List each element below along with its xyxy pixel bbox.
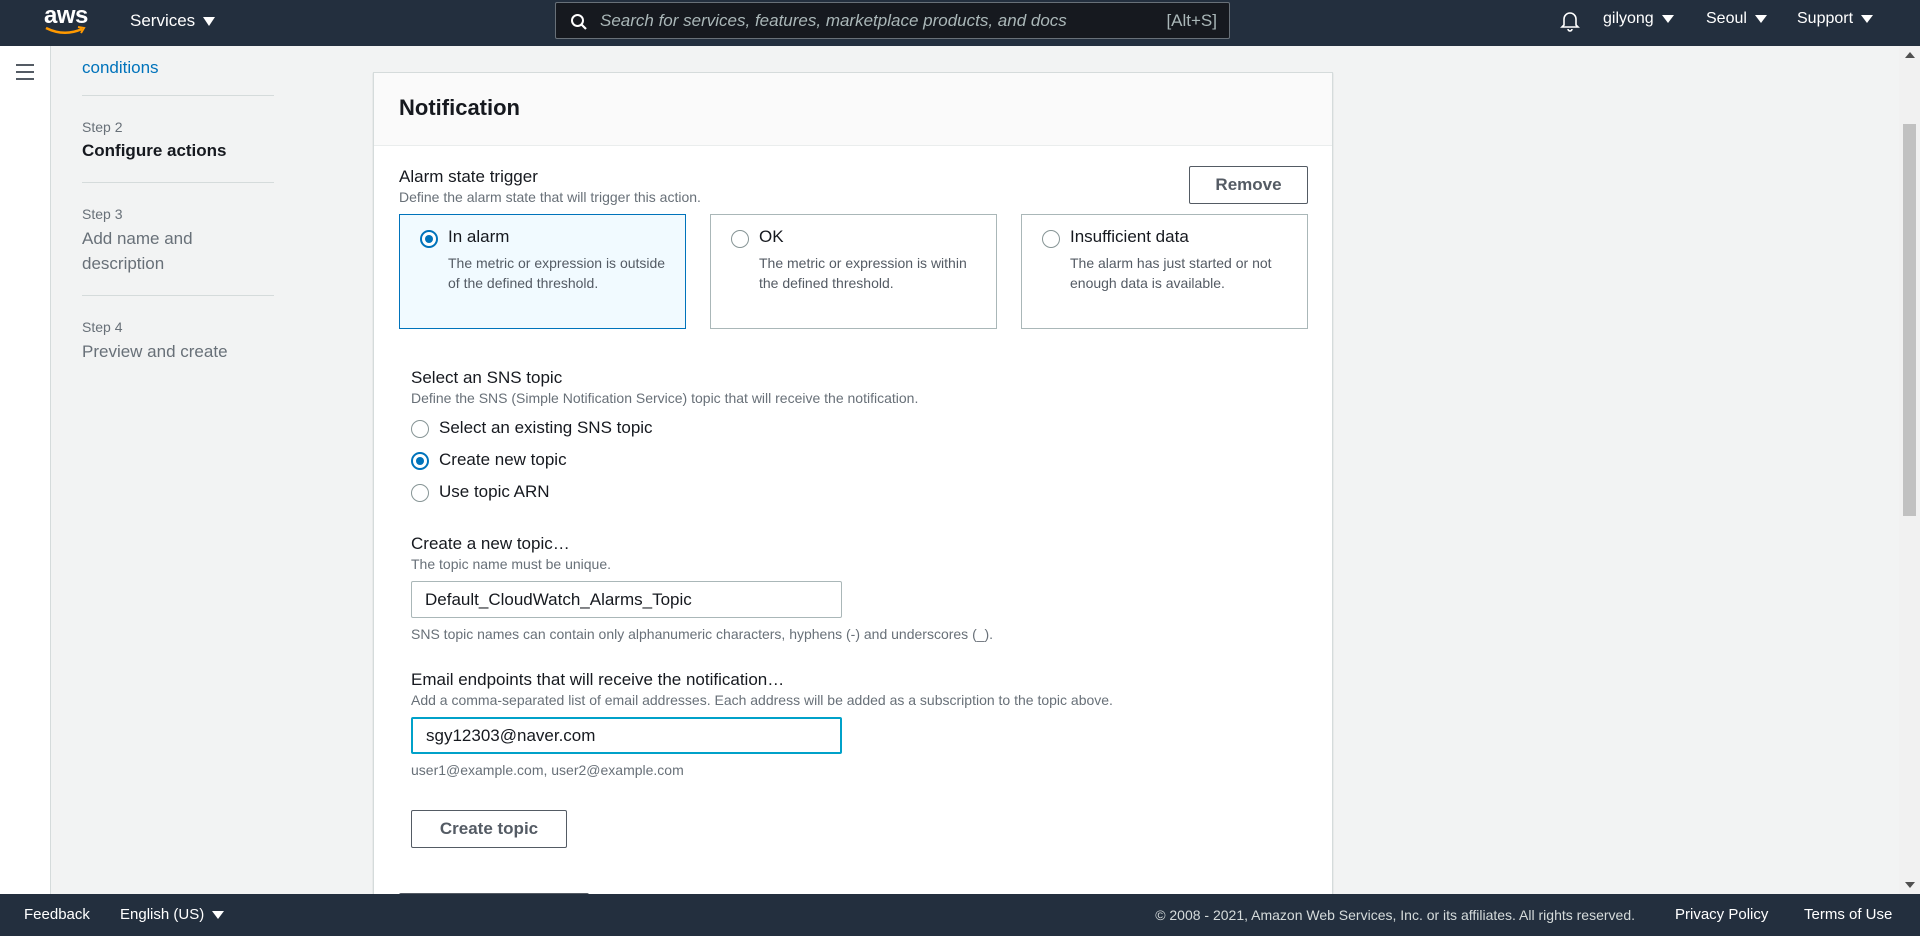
- scroll-thumb[interactable]: [1903, 124, 1916, 516]
- step3-title-line1: Add name and: [82, 229, 193, 248]
- step4-number: Step 4: [82, 319, 123, 335]
- caret-down-icon: [1754, 15, 1767, 23]
- step2-number: Step 2: [82, 119, 123, 135]
- footer: Feedback English (US) © 2008 - 2021, Ama…: [0, 894, 1920, 936]
- email-header: Email endpoints that will receive the no…: [411, 669, 1113, 709]
- side-rail: [0, 46, 51, 894]
- sns-option-label: Use topic ARN: [439, 482, 550, 501]
- trigger-option-description: The alarm has just started or not enough…: [1070, 255, 1272, 291]
- language-label: English (US): [120, 906, 205, 923]
- step3-title-line2: description: [82, 254, 165, 273]
- region-name: Seoul: [1706, 10, 1747, 27]
- radio-unselected[interactable]: [411, 484, 429, 502]
- caret-down-icon: [1661, 15, 1674, 23]
- user-name: gilyong: [1603, 10, 1654, 27]
- radio-unselected[interactable]: [1042, 230, 1060, 248]
- aws-logo[interactable]: aws: [44, 4, 90, 40]
- step3-number: Step 3: [82, 206, 123, 222]
- panel-title: Notification: [399, 95, 520, 120]
- topic-name-input[interactable]: [411, 581, 842, 618]
- topic-name-constraint: SNS topic names can contain only alphanu…: [411, 626, 994, 642]
- services-menu[interactable]: Services: [130, 11, 216, 31]
- email-label: Email endpoints that will receive the no…: [411, 670, 785, 689]
- new-topic-header: Create a new topic… The topic name must …: [411, 533, 611, 573]
- sns-topic-header: Select an SNS topic Define the SNS (Simp…: [411, 367, 918, 407]
- page-scrollbar[interactable]: [1899, 46, 1920, 894]
- scroll-up-icon[interactable]: [1905, 52, 1915, 58]
- aws-logo-text: aws: [44, 2, 88, 29]
- caret-down-icon: [212, 910, 225, 919]
- alarm-trigger-description: Define the alarm state that will trigger…: [399, 189, 701, 205]
- sns-option-label: Create new topic: [439, 450, 567, 469]
- region-menu[interactable]: Seoul: [1706, 10, 1767, 28]
- create-topic-button[interactable]: Create topic: [411, 810, 567, 848]
- support-menu[interactable]: Support: [1797, 10, 1874, 28]
- radio-selected[interactable]: [411, 452, 429, 470]
- top-navigation: aws Services [Alt+S] gilyong Seoul Suppo…: [0, 0, 1920, 46]
- new-topic-description: The topic name must be unique.: [411, 556, 612, 572]
- search-shortcut: [Alt+S]: [1166, 11, 1217, 30]
- step3[interactable]: Step 3 Add name and description: [82, 183, 274, 295]
- search-bar[interactable]: [Alt+S]: [555, 2, 1230, 39]
- remove-button[interactable]: Remove: [1189, 166, 1308, 204]
- wizard-steps: conditions Step 2 Configure actions Step…: [82, 46, 274, 364]
- sns-topic-label: Select an SNS topic: [411, 368, 563, 387]
- caret-down-icon: [1861, 15, 1874, 23]
- trigger-option-title: In alarm: [448, 227, 510, 246]
- copyright-text: © 2008 - 2021, Amazon Web Services, Inc.…: [1155, 907, 1635, 923]
- radio-unselected[interactable]: [411, 420, 429, 438]
- step4-title: Preview and create: [82, 342, 228, 361]
- notification-panel: Notification Alarm state trigger Define …: [373, 72, 1333, 903]
- trigger-option-description: The metric or expression is within the d…: [759, 255, 967, 291]
- services-label: Services: [130, 11, 196, 30]
- trigger-option-in-alarm[interactable]: In alarm The metric or expression is out…: [399, 214, 686, 329]
- step4[interactable]: Step 4 Preview and create: [82, 296, 274, 364]
- sns-option-label: Select an existing SNS topic: [439, 418, 653, 437]
- new-topic-label: Create a new topic…: [411, 534, 570, 553]
- privacy-policy-link[interactable]: Privacy Policy: [1675, 906, 1768, 923]
- caret-down-icon: [203, 16, 216, 26]
- feedback-link[interactable]: Feedback: [24, 906, 90, 923]
- bell-icon[interactable]: [1560, 10, 1580, 32]
- email-description: Add a comma-separated list of email addr…: [411, 692, 1113, 708]
- sns-topic-description: Define the SNS (Simple Notification Serv…: [411, 390, 919, 406]
- alarm-trigger-header: Alarm state trigger Define the alarm sta…: [399, 166, 701, 206]
- scroll-down-icon[interactable]: [1905, 882, 1915, 888]
- step2: Step 2 Configure actions: [82, 96, 274, 182]
- search-input[interactable]: [600, 3, 1120, 38]
- trigger-option-title: OK: [759, 227, 784, 246]
- email-endpoints-input[interactable]: [411, 717, 842, 754]
- user-menu[interactable]: gilyong: [1603, 10, 1674, 28]
- trigger-option-title: Insufficient data: [1070, 227, 1189, 246]
- radio-unselected[interactable]: [731, 230, 749, 248]
- email-hint: user1@example.com, user2@example.com: [411, 762, 684, 778]
- search-icon: [571, 14, 587, 30]
- trigger-option-description: The metric or expression is outside of t…: [448, 255, 666, 291]
- alarm-trigger-label: Alarm state trigger: [399, 167, 538, 186]
- radio-selected[interactable]: [420, 230, 438, 248]
- step1-link[interactable]: conditions: [82, 56, 274, 80]
- step2-title: Configure actions: [82, 141, 227, 160]
- menu-icon[interactable]: [16, 64, 34, 80]
- trigger-option-ok[interactable]: OK The metric or expression is within th…: [710, 214, 997, 329]
- support-label: Support: [1797, 10, 1854, 27]
- panel-header: Notification: [374, 73, 1332, 146]
- trigger-option-insufficient-data[interactable]: Insufficient data The alarm has just sta…: [1021, 214, 1308, 329]
- language-menu[interactable]: English (US): [120, 906, 225, 923]
- terms-of-use-link[interactable]: Terms of Use: [1804, 906, 1892, 923]
